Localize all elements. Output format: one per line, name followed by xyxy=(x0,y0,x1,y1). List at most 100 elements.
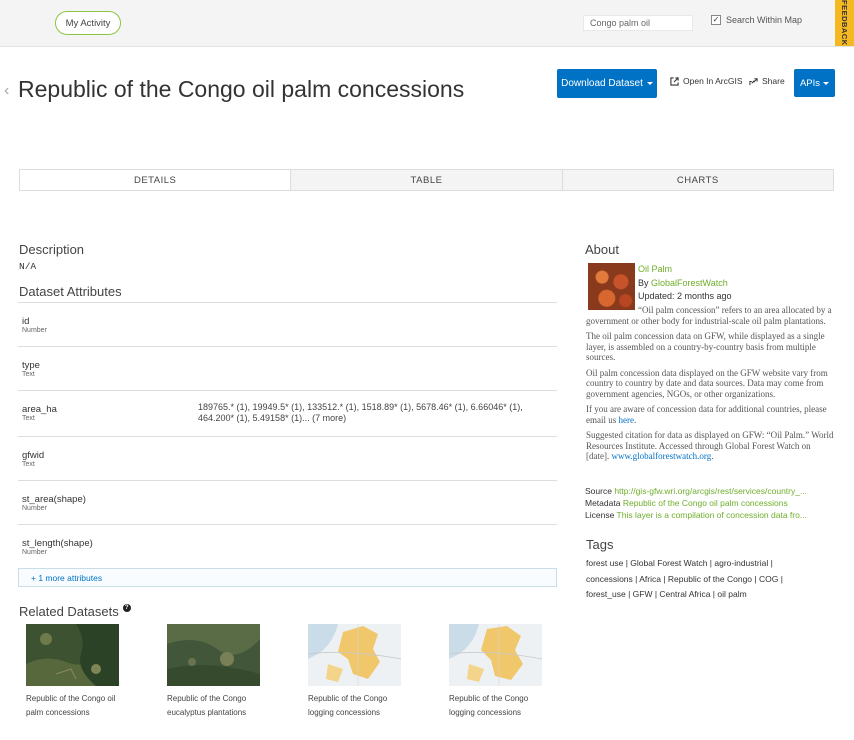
tab-details[interactable]: DETAILS xyxy=(20,170,291,190)
attribute-row: st_area(shape) Number xyxy=(18,480,557,524)
apis-label: APIs xyxy=(799,77,821,89)
about-paragraph: Oil palm concession data displayed on th… xyxy=(586,367,828,399)
related-dataset-card[interactable]: Republic of the Congo eucalyptus plantati… xyxy=(167,624,262,720)
related-dataset-title: Republic of the Congo logging concessions xyxy=(308,694,388,717)
related-datasets-label: Related Datasets xyxy=(19,604,119,619)
feedback-label: FEEDBACK xyxy=(840,0,849,46)
attribute-name: gfwid xyxy=(22,450,45,461)
related-dataset-title: Republic of the Congo eucalyptus plantati… xyxy=(167,694,247,717)
related-dataset-title: Republic of the Congo logging concessions xyxy=(449,694,529,717)
caret-down-icon xyxy=(646,82,653,85)
tab-table[interactable]: TABLE xyxy=(290,170,562,190)
tags-list: forest use | Global Forest Watch | agro-… xyxy=(586,558,783,599)
open-in-arcgis-label: Open In ArcGIS xyxy=(683,76,743,86)
author-line: By GlobalForestWatch xyxy=(638,278,728,288)
help-icon[interactable]: ? xyxy=(122,604,131,612)
tag-link[interactable]: Africa xyxy=(639,574,661,584)
attribute-type: Number xyxy=(22,549,47,556)
share-link[interactable]: Share xyxy=(749,76,785,86)
tag-link[interactable]: concessions xyxy=(586,574,633,584)
search-input[interactable]: Congo palm oil xyxy=(583,15,693,31)
license-link[interactable]: This layer is a compilation of concessio… xyxy=(617,510,807,520)
satellite-thumbnail xyxy=(167,624,260,686)
search-within-map-label: Search Within Map xyxy=(726,15,803,25)
share-label: Share xyxy=(762,76,785,86)
related-datasets-heading: Related Datasets? xyxy=(19,604,131,619)
caret-down-icon xyxy=(823,81,830,85)
author-link[interactable]: GlobalForestWatch xyxy=(651,278,728,288)
related-dataset-title: Republic of the Congo oil palm concession… xyxy=(26,694,116,717)
related-dataset-card[interactable]: Republic of the Congo logging concessions xyxy=(448,624,544,720)
attribute-row: type Text xyxy=(18,346,557,390)
gfw-website-link[interactable]: www.globalforestwatch.org xyxy=(611,451,711,461)
attribute-row: st_length(shape) Number xyxy=(18,524,557,564)
email-here-link[interactable]: here xyxy=(619,415,635,425)
description-value: N/A xyxy=(19,261,37,272)
attribute-name: st_area(shape) xyxy=(22,494,86,505)
attribute-type: Text xyxy=(22,371,35,378)
about-heading: About xyxy=(585,242,619,257)
attribute-row: area_ha Text 189765.* (1), 19949.5* (1),… xyxy=(18,390,557,436)
satellite-thumbnail xyxy=(26,624,119,686)
download-dataset-button[interactable]: Download Dataset xyxy=(557,69,657,98)
metadata-label: Metadata xyxy=(585,498,621,508)
metadata-link[interactable]: Republic of the Congo oil palm concessio… xyxy=(623,498,788,508)
source-label: Source xyxy=(585,486,612,496)
external-link-icon xyxy=(670,76,679,86)
attribute-values: 189765.* (1), 19949.5* (1), 133512.* (1)… xyxy=(198,402,523,423)
attribute-name: id xyxy=(22,316,30,327)
about-paragraph: Suggested citation for data as displayed… xyxy=(586,430,834,461)
attribute-type: Text xyxy=(22,415,35,422)
tag-link[interactable]: Central Africa xyxy=(659,589,710,599)
about-paragraph: If you are aware of concession data for … xyxy=(586,404,827,425)
attribute-row: id Number xyxy=(18,302,557,346)
apis-button[interactable]: APIs xyxy=(794,69,835,97)
feedback-tab[interactable]: FEEDBACK xyxy=(835,0,854,46)
owner-layer-link[interactable]: Oil Palm xyxy=(638,264,672,274)
source-row: Source http://gis-gfw.wri.org/arcgis/res… xyxy=(585,486,835,496)
my-activity-button[interactable]: My Activity xyxy=(55,11,121,35)
metadata-row: Metadata Republic of the Congo oil palm … xyxy=(585,498,835,508)
attribute-name: type xyxy=(22,360,40,371)
tag-link[interactable]: forest use xyxy=(586,558,623,568)
back-chevron-icon[interactable]: ‹ xyxy=(4,82,9,100)
tab-charts[interactable]: CHARTS xyxy=(561,170,833,190)
tab-bar: DETAILS TABLE CHARTS xyxy=(19,169,834,191)
attribute-name: area_ha xyxy=(22,404,57,415)
checkbox-icon[interactable]: ✓ xyxy=(711,15,721,25)
source-link[interactable]: http://gis-gfw.wri.org/arcgis/rest/servi… xyxy=(614,486,807,496)
about-paragraph: “Oil palm concession” refers to an area … xyxy=(586,305,832,326)
updated-text: Updated: 2 months ago xyxy=(638,291,732,301)
tag-link[interactable]: agro-industrial xyxy=(714,558,768,568)
tag-link[interactable]: oil palm xyxy=(717,589,746,599)
tags-heading: Tags xyxy=(586,537,614,552)
search-within-map-toggle[interactable]: ✓ Search Within Map xyxy=(711,15,802,25)
about-description: “Oil palm concession” refers to an area … xyxy=(586,305,834,467)
tag-link[interactable]: COG xyxy=(759,574,778,584)
license-label: License xyxy=(585,510,615,520)
share-icon xyxy=(749,77,758,85)
map-thumbnail xyxy=(307,624,402,686)
related-dataset-card[interactable]: Republic of the Congo oil palm concession… xyxy=(26,624,121,720)
about-paragraph: The oil palm concession data on GFW, whi… xyxy=(586,331,825,362)
oil-palm-thumbnail xyxy=(588,263,635,310)
tag-link[interactable]: GFW xyxy=(633,589,653,599)
attributes-list: id Number type Text area_ha Text 189765.… xyxy=(18,302,557,564)
map-thumbnail xyxy=(448,624,543,686)
page-title: Republic of the Congo oil palm concessio… xyxy=(18,76,465,102)
related-dataset-card[interactable]: Republic of the Congo logging concessions xyxy=(307,624,403,720)
attribute-type: Text xyxy=(22,461,35,468)
more-attributes-button[interactable]: + 1 more attributes xyxy=(18,568,557,587)
by-label: By xyxy=(638,278,652,288)
dataset-attributes-heading: Dataset Attributes xyxy=(19,284,122,299)
top-bar: My Activity Congo palm oil ✓ Search With… xyxy=(0,0,854,47)
attribute-type: Number xyxy=(22,505,47,512)
description-heading: Description xyxy=(19,242,85,257)
tag-link[interactable]: Global Forest Watch xyxy=(630,558,707,568)
attribute-name: st_length(shape) xyxy=(22,538,93,549)
tag-link[interactable]: Republic of the Congo xyxy=(668,574,752,584)
open-in-arcgis-link[interactable]: Open In ArcGIS xyxy=(670,76,743,86)
attribute-type: Number xyxy=(22,327,47,334)
tag-link[interactable]: forest_use xyxy=(586,589,626,599)
download-dataset-label: Download Dataset xyxy=(561,78,643,89)
